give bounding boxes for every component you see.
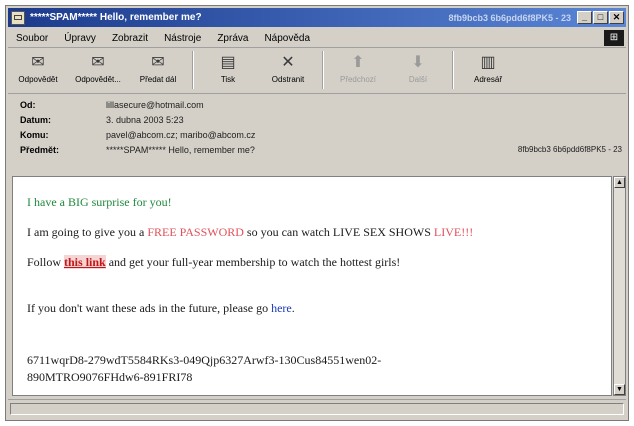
header-date: Datum: 3. dubna 2003 5:23 (20, 113, 622, 126)
live-text: LIVE!!! (433, 225, 474, 239)
line4-text-b: . (291, 301, 295, 315)
toolbar-separator (192, 51, 194, 89)
window-title: *****SPAM***** Hello, remember me? (30, 12, 202, 23)
maximize-button[interactable]: □ (593, 11, 608, 24)
subject-value: *****SPAM***** Hello, remember me? (106, 144, 255, 155)
line2-text-a: I am going to give you a (27, 225, 148, 239)
free-password-text: FREE PASSWORD (147, 225, 244, 239)
windows-logo-icon: ⊞ (604, 30, 624, 46)
address-book-button[interactable]: ▥ Adresář (458, 49, 518, 91)
from-value[interactable]: lillasecure@hotmail.com (106, 100, 204, 110)
reply-icon: ✉ (31, 54, 45, 71)
scroll-up-icon[interactable]: ▲ (614, 177, 625, 188)
status-bar (8, 399, 626, 418)
message-headers: Od: lillasecure@hotmail.com Datum: 3. du… (8, 95, 626, 169)
line3-text-a: Follow (27, 255, 65, 269)
toolbar: ✉ Odpovědět ✉ Odpovědět... ✉ Předat dál … (8, 49, 626, 94)
message-line-4: If you don't want these ads in the futur… (27, 301, 295, 316)
status-panel (10, 403, 624, 415)
header-to: Komu: pavel@abcom.cz; maribo@abcom.cz (20, 128, 622, 141)
previous-label: Předchozí (339, 75, 377, 84)
minimize-button[interactable]: _ (577, 11, 592, 24)
menu-message[interactable]: Zpráva (209, 33, 256, 44)
line2-text-b: so you can watch LIVE SEX SHOWS (243, 225, 434, 239)
close-button[interactable]: ✕ (609, 11, 624, 24)
address-book-icon: ▥ (480, 54, 496, 71)
message-body[interactable]: I have a BIG surprise for you! I am goin… (12, 176, 612, 396)
to-value[interactable]: pavel@abcom.cz; maribo@abcom.cz (106, 130, 255, 140)
forward-label: Předat dál (139, 75, 177, 84)
previous-button[interactable]: ⬆ Předchozí (328, 49, 388, 91)
forward-icon: ✉ (151, 54, 165, 71)
reply-all-label: Odpovědět... (75, 75, 121, 84)
date-label: Datum: (20, 114, 51, 125)
next-label: Další (408, 75, 428, 84)
delete-button[interactable]: ✕ Odstranit (258, 49, 318, 91)
message-line-3: Follow this link and get your full-year … (27, 255, 400, 270)
menu-file[interactable]: Soubor (8, 33, 56, 44)
message-line-2: I am going to give you a FREE PASSWORD s… (27, 225, 473, 240)
next-icon: ⬇ (411, 54, 425, 71)
message-code-line-2: 890MTRO9076FHdw6-891FRI78 (27, 370, 193, 384)
unsubscribe-link[interactable]: here (271, 301, 292, 315)
from-label: Od: (20, 99, 36, 110)
message-icon (11, 10, 25, 25)
subject-id: 8fb9bcb3 6b6pdd6f8PK5 - 23 (517, 145, 622, 154)
print-label: Tisk (220, 75, 236, 84)
delete-label: Odstranit (271, 75, 305, 84)
print-button[interactable]: ▤ Tisk (198, 49, 258, 91)
message-code-line-1: 6711wqrD8-279wdT5584RKs3-049Qjp6327Arwf3… (27, 353, 382, 367)
toolbar-separator (452, 51, 454, 89)
window-title-id: 8fb9bcb3 6b6pdd6f8PK5 - 23 (448, 12, 571, 23)
line4-text-a: If you don't want these ads in the futur… (27, 301, 272, 315)
address-book-label: Adresář (473, 75, 502, 84)
date-value: 3. dubna 2003 5:23 (106, 114, 184, 125)
this-link[interactable]: this link (64, 255, 106, 269)
menu-bar: Soubor Úpravy Zobrazit Nástroje Zpráva N… (8, 29, 626, 48)
reply-button[interactable]: ✉ Odpovědět (8, 49, 68, 91)
vertical-scrollbar[interactable]: ▲ ▼ (613, 176, 626, 396)
header-subject: Předmět: *****SPAM***** Hello, remember … (20, 143, 622, 156)
menu-view[interactable]: Zobrazit (104, 33, 156, 44)
menu-help[interactable]: Nápověda (256, 33, 318, 44)
title-bar[interactable]: *****SPAM***** Hello, remember me? 8fb9b… (8, 8, 626, 27)
toolbar-separator (322, 51, 324, 89)
reply-all-icon: ✉ (91, 54, 105, 71)
print-icon: ▤ (220, 54, 236, 71)
forward-button[interactable]: ✉ Předat dál (128, 49, 188, 91)
subject-label: Předmět: (20, 144, 60, 155)
reply-label: Odpovědět (18, 75, 58, 84)
menu-tools[interactable]: Nástroje (156, 33, 209, 44)
to-label: Komu: (20, 129, 49, 140)
reply-all-button[interactable]: ✉ Odpovědět... (68, 49, 128, 91)
menu-edit[interactable]: Úpravy (56, 33, 104, 44)
delete-icon: ✕ (281, 54, 295, 71)
email-window: *****SPAM***** Hello, remember me? 8fb9b… (5, 5, 629, 421)
previous-icon: ⬆ (351, 54, 365, 71)
scroll-down-icon[interactable]: ▼ (614, 384, 625, 395)
line3-text-b: and get your full-year membership to wat… (105, 255, 401, 269)
header-from: Od: lillasecure@hotmail.com (20, 98, 622, 111)
message-line-1: I have a BIG surprise for you! (27, 195, 172, 209)
next-button[interactable]: ⬇ Další (388, 49, 448, 91)
